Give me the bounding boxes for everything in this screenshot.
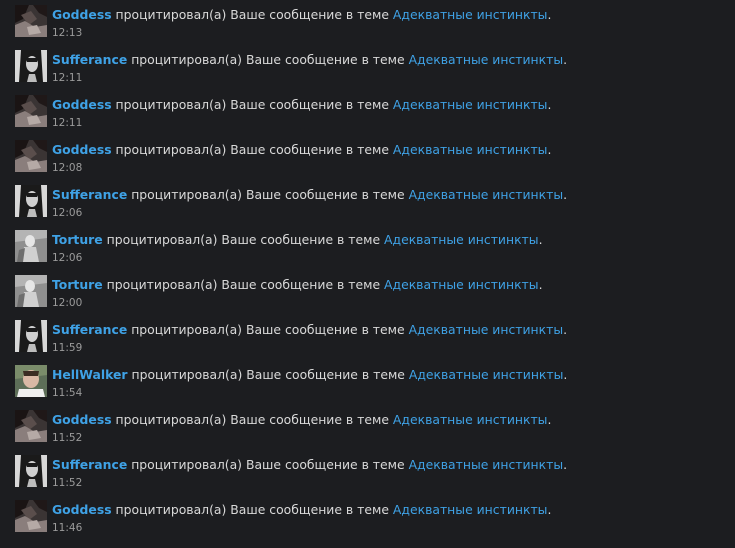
thread-link[interactable]: Адекватные инстинкты	[393, 412, 548, 427]
alert-list: Goddess процитировал(а) Ваше сообщение в…	[0, 0, 735, 548]
alert-action-text: процитировал(а) Ваше сообщение в теме	[131, 457, 405, 472]
alert-timestamp[interactable]: 12:06	[52, 252, 82, 264]
alert-item: HellWalker процитировал(а) Ваше сообщени…	[0, 360, 735, 405]
alert-item: Goddess процитировал(а) Ваше сообщение в…	[0, 0, 735, 45]
alert-text: Torture процитировал(а) Ваше сообщение в…	[52, 232, 543, 248]
alert-action-text: процитировал(а) Ваше сообщение в теме	[131, 52, 405, 67]
alert-text: Goddess процитировал(а) Ваше сообщение в…	[52, 412, 551, 428]
alert-timestamp[interactable]: 11:52	[52, 432, 82, 444]
alert-period: .	[547, 412, 552, 427]
thread-link[interactable]: Адекватные инстинкты	[384, 277, 539, 292]
thread-link[interactable]: Адекватные инстинкты	[409, 52, 564, 67]
alert-text: Torture процитировал(а) Ваше сообщение в…	[52, 277, 543, 293]
alert-timestamp[interactable]: 11:52	[52, 477, 82, 489]
avatar-goddess[interactable]	[15, 5, 47, 37]
alert-timestamp[interactable]: 11:59	[52, 342, 82, 354]
alert-item: Goddess процитировал(а) Ваше сообщение в…	[0, 495, 735, 540]
alert-item: Goddess процитировал(а) Ваше сообщение в…	[0, 135, 735, 180]
alert-action-text: процитировал(а) Ваше сообщение в теме	[131, 322, 405, 337]
alert-period: .	[563, 322, 568, 337]
thread-link[interactable]: Адекватные инстинкты	[409, 322, 564, 337]
alert-timestamp[interactable]: 11:46	[52, 522, 82, 534]
thread-link[interactable]: Адекватные инстинкты	[393, 142, 548, 157]
username-link[interactable]: Goddess	[52, 412, 112, 427]
alert-action-text: процитировал(а) Ваше сообщение в теме	[115, 502, 389, 517]
avatar-torture[interactable]	[15, 275, 47, 307]
thread-link[interactable]: Адекватные инстинкты	[393, 97, 548, 112]
avatar-goddess[interactable]	[15, 500, 47, 532]
username-link[interactable]: HellWalker	[52, 367, 128, 382]
username-link[interactable]: Goddess	[52, 142, 112, 157]
alert-period: .	[547, 142, 552, 157]
alert-timestamp[interactable]: 12:08	[52, 162, 82, 174]
avatar-goddess[interactable]	[15, 95, 47, 127]
alert-action-text: процитировал(а) Ваше сообщение в теме	[115, 412, 389, 427]
alert-text: Sufferance процитировал(а) Ваше сообщени…	[52, 457, 567, 473]
alert-timestamp[interactable]: 12:11	[52, 117, 82, 129]
alert-period: .	[563, 457, 568, 472]
avatar-hellwalker[interactable]	[15, 365, 47, 397]
alert-timestamp[interactable]: 12:11	[52, 72, 82, 84]
alert-text: Sufferance процитировал(а) Ваше сообщени…	[52, 187, 567, 203]
alert-item: Sufferance процитировал(а) Ваше сообщени…	[0, 450, 735, 495]
thread-link[interactable]: Адекватные инстинкты	[393, 502, 548, 517]
alert-timestamp[interactable]: 12:13	[52, 27, 82, 39]
avatar-sufferance[interactable]	[15, 320, 47, 352]
alert-period: .	[547, 97, 552, 112]
thread-link[interactable]: Адекватные инстинкты	[409, 457, 564, 472]
avatar-sufferance[interactable]	[15, 455, 47, 487]
alert-period: .	[563, 187, 568, 202]
alert-text: Sufferance процитировал(а) Ваше сообщени…	[52, 322, 567, 338]
alert-period: .	[547, 7, 552, 22]
alert-action-text: процитировал(а) Ваше сообщение в теме	[131, 367, 405, 382]
avatar-sufferance[interactable]	[15, 185, 47, 217]
alert-item: Goddess процитировал(а) Ваше сообщение в…	[0, 405, 735, 450]
alert-timestamp[interactable]: 12:06	[52, 207, 82, 219]
alert-item: Goddess процитировал(а) Ваше сообщение в…	[0, 90, 735, 135]
alert-timestamp[interactable]: 12:00	[52, 297, 82, 309]
thread-link[interactable]: Адекватные инстинкты	[409, 367, 564, 382]
thread-link[interactable]: Адекватные инстинкты	[393, 7, 548, 22]
alert-item: Sufferance процитировал(а) Ваше сообщени…	[0, 45, 735, 90]
alert-period: .	[563, 52, 568, 67]
thread-link[interactable]: Адекватные инстинкты	[384, 232, 539, 247]
alert-item: Torture процитировал(а) Ваше сообщение в…	[0, 225, 735, 270]
username-link[interactable]: Goddess	[52, 7, 112, 22]
alert-action-text: процитировал(а) Ваше сообщение в теме	[106, 277, 381, 292]
username-link[interactable]: Torture	[52, 232, 103, 247]
alert-action-text: процитировал(а) Ваше сообщение в теме	[115, 7, 389, 22]
username-link[interactable]: Sufferance	[52, 187, 127, 202]
alert-text: Goddess процитировал(а) Ваше сообщение в…	[52, 502, 551, 518]
avatar-goddess[interactable]	[15, 140, 47, 172]
alert-text: Goddess процитировал(а) Ваше сообщение в…	[52, 97, 551, 113]
alert-item: Torture процитировал(а) Ваше сообщение в…	[0, 270, 735, 315]
username-link[interactable]: Sufferance	[52, 457, 127, 472]
alert-timestamp[interactable]: 11:54	[52, 387, 82, 399]
alert-period: .	[547, 502, 552, 517]
avatar-goddess[interactable]	[15, 410, 47, 442]
alert-action-text: процитировал(а) Ваше сообщение в теме	[115, 97, 389, 112]
thread-link[interactable]: Адекватные инстинкты	[409, 187, 564, 202]
username-link[interactable]: Goddess	[52, 97, 112, 112]
username-link[interactable]: Sufferance	[52, 322, 127, 337]
alert-period: .	[563, 367, 568, 382]
alert-text: Goddess процитировал(а) Ваше сообщение в…	[52, 142, 551, 158]
username-link[interactable]: Goddess	[52, 502, 112, 517]
alert-period: .	[538, 232, 543, 247]
avatar-sufferance[interactable]	[15, 50, 47, 82]
alert-action-text: процитировал(а) Ваше сообщение в теме	[131, 187, 405, 202]
alert-action-text: процитировал(а) Ваше сообщение в теме	[106, 232, 381, 247]
alert-period: .	[538, 277, 543, 292]
alert-action-text: процитировал(а) Ваше сообщение в теме	[115, 142, 389, 157]
avatar-torture[interactable]	[15, 230, 47, 262]
alert-item: Sufferance процитировал(а) Ваше сообщени…	[0, 180, 735, 225]
username-link[interactable]: Sufferance	[52, 52, 127, 67]
alert-text: Sufferance процитировал(а) Ваше сообщени…	[52, 52, 567, 68]
alert-text: Goddess процитировал(а) Ваше сообщение в…	[52, 7, 551, 23]
alert-item: Sufferance процитировал(а) Ваше сообщени…	[0, 315, 735, 360]
alert-text: HellWalker процитировал(а) Ваше сообщени…	[52, 367, 567, 383]
username-link[interactable]: Torture	[52, 277, 103, 292]
